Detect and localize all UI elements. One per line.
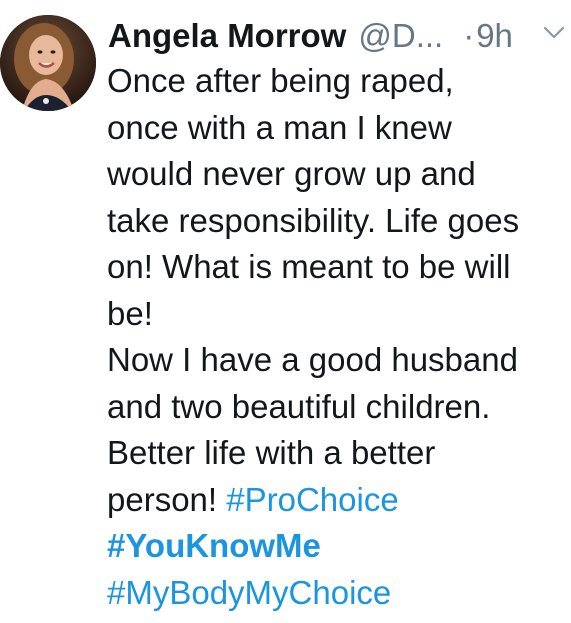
tweet-header: Angela Morrow @D... · 9h <box>108 14 571 58</box>
avatar[interactable] <box>0 15 96 111</box>
author-handle[interactable]: @D... <box>358 14 443 58</box>
tweet-text: Once after being raped, once with a man … <box>107 58 567 616</box>
tweet-text-line: on! What is meant to be will <box>107 248 511 285</box>
hashtag-mybodymychoice[interactable]: #MyBodyMyChoice <box>107 570 567 617</box>
chevron-down-icon[interactable] <box>543 26 567 46</box>
hashtag-youknowme[interactable]: #YouKnowMe <box>107 523 567 570</box>
author-name[interactable]: Angela Morrow <box>108 14 346 58</box>
tweet-text-line: would never grow up and <box>107 155 476 192</box>
tweet-text-line-last: person! #ProChoice <box>107 477 567 524</box>
tweet-text-line: once with a man I knew <box>107 108 452 146</box>
tweet-text-fragment: person! <box>107 480 227 518</box>
timestamp[interactable]: 9h <box>476 14 513 58</box>
tweet[interactable]: Angela Morrow @D... · 9h Once after bein… <box>0 0 571 623</box>
tweet-text-line: be! <box>107 294 153 332</box>
tweet-text-line: Now I have a good husband <box>107 341 518 378</box>
tweet-text-line: Once after being raped, <box>107 62 454 99</box>
avatar-photo-icon <box>0 15 96 111</box>
tweet-text-line: Better life with a better <box>107 434 436 471</box>
tweet-text-line: and two beautiful children. <box>107 387 491 425</box>
separator-dot: · <box>463 17 475 54</box>
tweet-text-line: take responsibility. Life goes <box>107 201 520 239</box>
hashtag-prochoice[interactable]: #ProChoice <box>226 481 398 518</box>
